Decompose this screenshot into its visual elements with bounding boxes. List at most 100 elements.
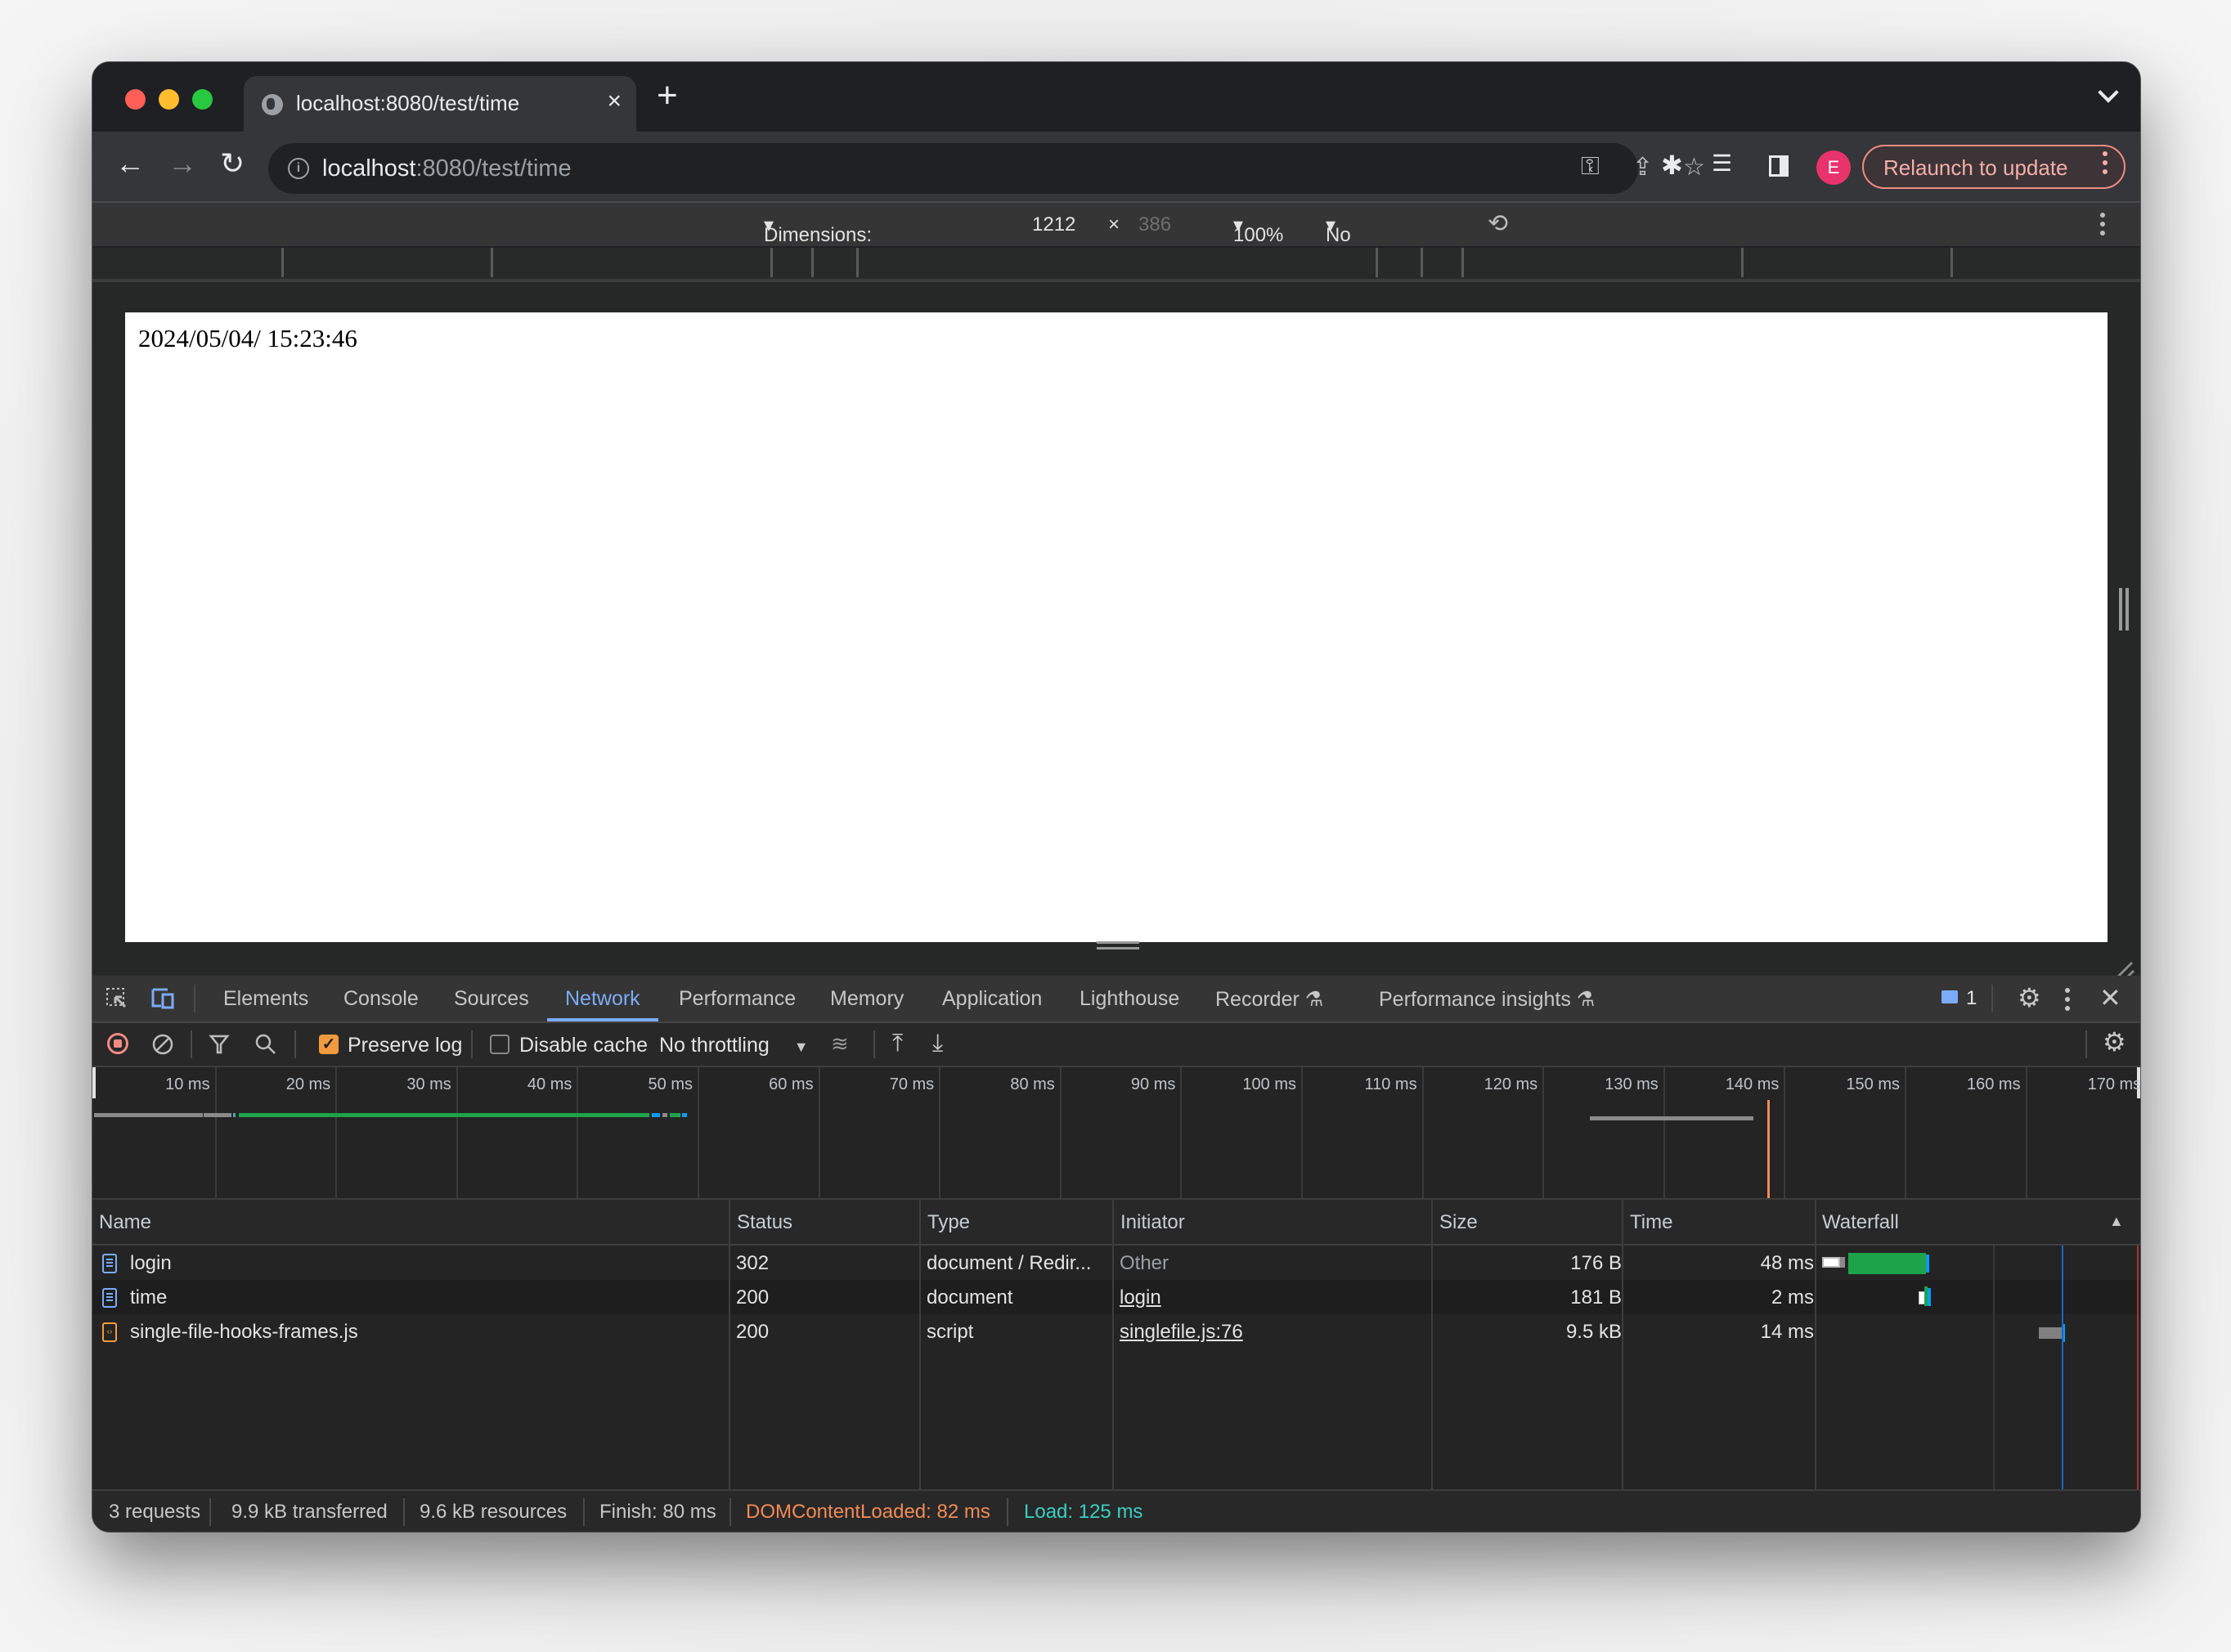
column-header-waterfall[interactable]: Waterfall: [1822, 1211, 1899, 1234]
sort-ascending-icon[interactable]: ▲: [2109, 1213, 2124, 1230]
overview-left-handle[interactable]: [92, 1067, 96, 1098]
close-devtools-icon[interactable]: ✕: [2099, 982, 2121, 1013]
record-stop-button[interactable]: [107, 1033, 128, 1054]
column-header-time[interactable]: Time: [1630, 1211, 1672, 1234]
tab-memory[interactable]: Memory: [830, 987, 904, 1011]
column-divider[interactable]: [1112, 1200, 1114, 1489]
overview-request-bar: [670, 1113, 681, 1117]
tab-application[interactable]: Application: [942, 987, 1042, 1011]
disable-cache-checkbox[interactable]: [490, 1035, 509, 1054]
export-har-download-icon[interactable]: ⤓: [932, 1030, 943, 1057]
viewport-height-resize-handle[interactable]: [1097, 941, 1139, 949]
tab-search-chevron-icon[interactable]: [2098, 82, 2119, 103]
url-host: localhost: [322, 155, 416, 182]
close-tab-icon[interactable]: ×: [607, 88, 622, 115]
overview-request-bar: [204, 1113, 232, 1117]
overview-grid-line: [1421, 1067, 1424, 1198]
column-divider[interactable]: [1815, 1200, 1816, 1489]
address-bar[interactable]: i localhost:8080/test/time ⚿ ⇪ ☆: [268, 143, 1705, 194]
browser-tab[interactable]: localhost:8080/test/time ×: [244, 76, 636, 132]
new-tab-button[interactable]: +: [657, 75, 678, 116]
clear-log-icon[interactable]: [151, 1033, 174, 1056]
column-header-status[interactable]: Status: [737, 1211, 792, 1234]
waterfall-queueing-bar: [1822, 1257, 1840, 1268]
network-throttling-label: No throttling: [659, 1034, 770, 1057]
tab-sources[interactable]: Sources: [454, 987, 529, 1011]
request-time: 14 ms: [1760, 1321, 1814, 1343]
rotate-icon[interactable]: ⟲: [1488, 209, 1508, 238]
toolbar-separator: [471, 1030, 473, 1058]
column-header-type[interactable]: Type: [927, 1211, 970, 1234]
network-conditions-wifi-icon[interactable]: ≋: [831, 1031, 849, 1057]
tab-elements[interactable]: Elements: [223, 987, 308, 1011]
request-status: 200: [736, 1286, 770, 1309]
overview-request-bar: [232, 1113, 236, 1117]
width-input[interactable]: 1212: [1032, 213, 1075, 236]
column-divider[interactable]: [1622, 1200, 1623, 1489]
overview-tick-label: 90 ms: [1130, 1075, 1176, 1093]
devtools-more-icon[interactable]: [2065, 988, 2070, 1011]
device-toolbar-more-icon[interactable]: [2100, 213, 2105, 236]
emulated-viewport: 2024/05/04/ 15:23:46: [92, 282, 2140, 1004]
network-overview-timeline[interactable]: 10 ms 20 ms 30 ms 40 ms 50 ms 60 ms 70 ms 80 ms…: [92, 1067, 2140, 1200]
filter-icon[interactable]: [209, 1033, 230, 1056]
column-divider[interactable]: [729, 1200, 730, 1489]
request-name: single-file-hooks-frames.js: [130, 1321, 358, 1343]
overview-tick-label: 130 ms: [1605, 1075, 1659, 1093]
column-divider[interactable]: [1431, 1200, 1433, 1489]
request-status: 200: [736, 1321, 770, 1343]
device-throttling-dropdown[interactable]: No throttling ▾: [1326, 213, 1401, 269]
password-key-icon[interactable]: ⚿: [1581, 153, 1600, 181]
column-header-size[interactable]: Size: [1439, 1211, 1478, 1234]
tab-recorder[interactable]: Recorder ⚗: [1215, 987, 1323, 1012]
import-har-upload-icon[interactable]: ⤒: [892, 1030, 903, 1057]
tab-network[interactable]: Network: [565, 987, 640, 1011]
device-toggle-icon[interactable]: [150, 986, 176, 1011]
profile-avatar[interactable]: E: [1816, 150, 1851, 185]
maximize-window-button[interactable]: [192, 89, 213, 110]
tab-lighthouse[interactable]: Lighthouse: [1080, 987, 1179, 1011]
request-initiator-link[interactable]: singlefile.js:76: [1120, 1321, 1243, 1344]
tab-performance[interactable]: Performance: [679, 987, 796, 1011]
minimize-window-button[interactable]: [159, 89, 179, 110]
close-window-button[interactable]: [125, 89, 146, 110]
network-settings-gear-icon[interactable]: ⚙: [2103, 1026, 2126, 1057]
table-row[interactable]: ‹› single-file-hooks-frames.js 200 scrip…: [92, 1314, 2140, 1349]
table-header: Name Status Type Initiator Size Time Wat…: [92, 1200, 2140, 1246]
inspect-element-icon[interactable]: [105, 987, 128, 1010]
request-type: document / Redir...: [927, 1252, 1092, 1274]
zoom-dropdown[interactable]: 100% ▾: [1233, 213, 1283, 246]
table-row[interactable]: time 200 document login 181 B 2 ms: [92, 1280, 2140, 1314]
dimensions-dropdown[interactable]: Dimensions: Responsive ▾: [764, 213, 872, 269]
bookmark-star-icon[interactable]: ☆: [1683, 153, 1705, 182]
reload-button[interactable]: ↻: [220, 146, 245, 181]
forward-button[interactable]: →: [168, 146, 197, 181]
table-row[interactable]: login 302 document / Redir... Other 176 …: [92, 1246, 2140, 1280]
viewport-width-resize-handle[interactable]: [2119, 588, 2129, 631]
devtools-settings-gear-icon[interactable]: ⚙: [2018, 982, 2041, 1013]
preserve-log-checkbox[interactable]: ✓: [319, 1035, 339, 1054]
height-input[interactable]: 386: [1138, 213, 1171, 236]
request-time: 48 ms: [1760, 1252, 1814, 1274]
back-button[interactable]: ←: [115, 146, 145, 181]
column-divider[interactable]: [919, 1200, 921, 1489]
side-panel-icon[interactable]: [1769, 155, 1789, 177]
request-initiator-link[interactable]: login: [1120, 1286, 1161, 1309]
column-header-name[interactable]: Name: [99, 1211, 151, 1234]
request-type: document: [927, 1286, 1013, 1309]
search-icon[interactable]: [254, 1033, 277, 1056]
media-queue-icon[interactable]: ☰: [1712, 150, 1732, 177]
network-throttling-dropdown[interactable]: No throttling ▼: [659, 1034, 809, 1057]
preserve-log-label: Preserve log: [348, 1034, 463, 1057]
tab-performance-insights[interactable]: Performance insights ⚗: [1379, 987, 1595, 1012]
share-icon[interactable]: ⇪: [1632, 153, 1653, 182]
chrome-menu-icon[interactable]: [2103, 151, 2108, 174]
column-header-initiator[interactable]: Initiator: [1120, 1211, 1185, 1234]
relaunch-label: Relaunch to update: [1883, 155, 2068, 180]
extensions-puzzle-icon[interactable]: ✱: [1661, 150, 1683, 181]
relaunch-button[interactable]: Relaunch to update: [1862, 145, 2126, 189]
site-info-icon[interactable]: i: [288, 158, 309, 179]
overview-grid-line: [818, 1067, 820, 1198]
tab-console[interactable]: Console: [343, 987, 419, 1011]
issues-button[interactable]: 1: [1941, 987, 1977, 1009]
